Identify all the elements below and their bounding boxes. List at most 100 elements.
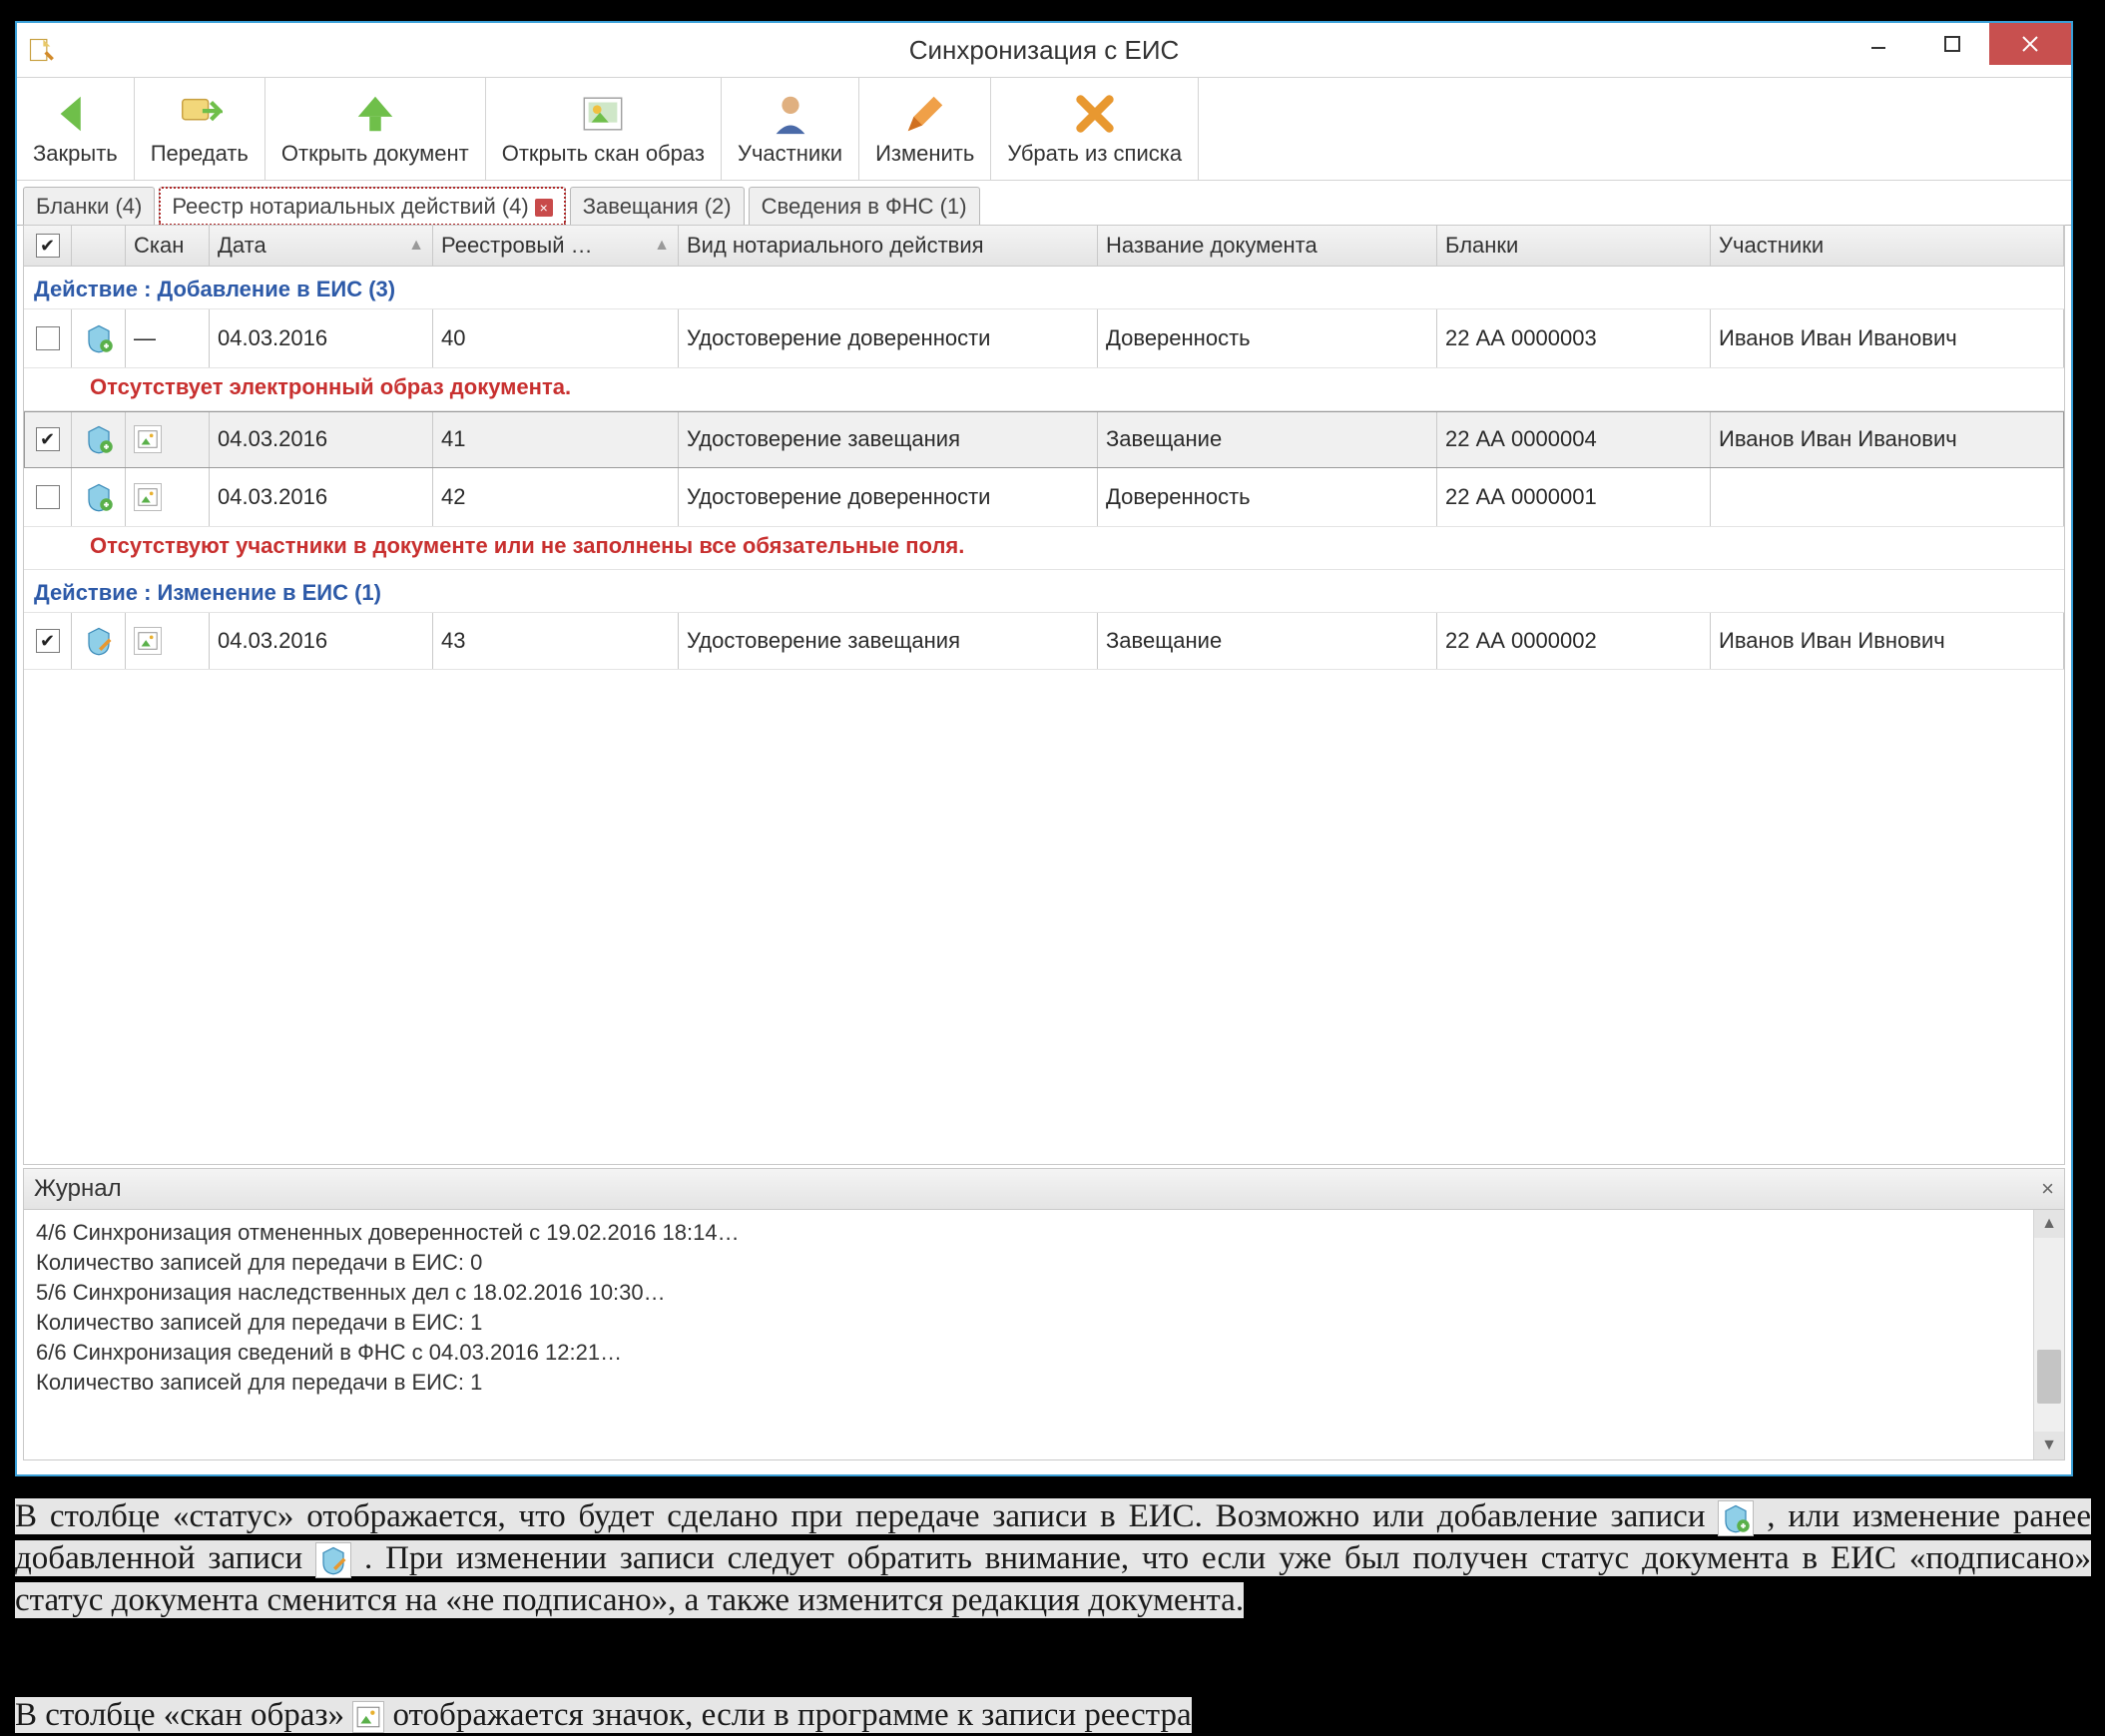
log-line: Количество записей для передачи в ЕИС: 0 <box>36 1248 2022 1278</box>
journal-body: 4/6 Синхронизация отмененных доверенност… <box>24 1210 2034 1459</box>
cell-blank: 22 АА 0000001 <box>1437 468 1711 526</box>
para-text: В столбце «скан образ» <box>15 1697 352 1733</box>
send-button[interactable]: Передать <box>135 78 265 180</box>
cell-doc: Завещание <box>1098 411 1437 467</box>
cell-type: Удостоверение завещания <box>679 613 1098 669</box>
row-error: Отсутствуют участники в документе или не… <box>24 527 2064 570</box>
tab-wills[interactable]: Завещания (2) <box>570 187 745 226</box>
open-document-button[interactable]: Открыть документ <box>265 78 486 180</box>
sort-asc-icon: ▲ <box>408 237 424 255</box>
sort-asc-icon: ▲ <box>654 237 670 255</box>
header-blanks[interactable]: Бланки <box>1437 226 1711 266</box>
scroll-down-icon[interactable]: ▼ <box>2034 1432 2064 1459</box>
arrow-left-icon <box>52 91 98 137</box>
cell-type: Удостоверение завещания <box>679 411 1098 467</box>
log-line: 4/6 Синхронизация отмененных доверенност… <box>36 1218 2022 1248</box>
app-window: Синхронизация с ЕИС Закрыть Передать Отк… <box>15 21 2073 1476</box>
cell-part: Иванов Иван Ивнович <box>1711 613 2064 669</box>
toolbar-label: Передать <box>151 141 249 167</box>
scan-present-icon <box>134 627 162 655</box>
tab-close-icon[interactable]: × <box>535 199 553 217</box>
journal-close-button[interactable]: × <box>2041 1176 2054 1202</box>
table-row[interactable]: 04.03.2016 42 Удостоверение доверенности… <box>24 468 2064 527</box>
row-error: Отсутствует электронный образ документа. <box>24 368 2064 411</box>
cell-type: Удостоверение доверенности <box>679 309 1098 367</box>
edit-button[interactable]: Изменить <box>859 78 991 180</box>
header-reg[interactable]: Реестровый …▲ <box>433 226 679 266</box>
cell-date: 04.03.2016 <box>210 309 433 367</box>
close-action-button[interactable]: Закрыть <box>17 78 135 180</box>
window-buttons <box>1842 23 2071 65</box>
row-checkbox[interactable]: ✔ <box>36 629 60 653</box>
para-text: отображается значок, если в программе к … <box>392 1697 1191 1733</box>
cell-date: 04.03.2016 <box>210 468 433 526</box>
journal-scrollbar[interactable]: ▲ ▼ <box>2033 1210 2064 1459</box>
group-header[interactable]: Действие : Добавление в ЕИС (3) <box>24 267 2064 309</box>
grid-header: ✔ Скан Дата ▲ Реестровый …▲ Вид нотариаль… <box>24 226 2064 267</box>
cell-date: 04.03.2016 <box>210 411 433 467</box>
cell-reg: 41 <box>433 411 679 467</box>
log-line: 6/6 Синхронизация сведений в ФНС с 04.03… <box>36 1338 2022 1368</box>
remove-button[interactable]: Убрать из списка <box>991 78 1199 180</box>
table-row[interactable]: ✔ 04.03.2016 41 Удостоверение завещания … <box>24 411 2064 468</box>
log-line: 5/6 Синхронизация наследственных дел с 1… <box>36 1278 2022 1308</box>
scan-present-icon <box>352 1701 384 1733</box>
toolbar-label: Открыть документ <box>281 141 469 167</box>
doc-paragraph: В столбце «статус» отображается, что буд… <box>15 1495 2091 1621</box>
toolbar: Закрыть Передать Открыть документ Открыт… <box>17 78 2071 181</box>
header-doc[interactable]: Название документа <box>1098 226 1437 266</box>
cell-scan: — <box>126 309 210 367</box>
doc-paragraph: В столбце «скан образ» отображается знач… <box>15 1694 2091 1736</box>
header-participants[interactable]: Участники <box>1711 226 2064 266</box>
tab-blanks[interactable]: Бланки (4) <box>23 187 155 226</box>
cell-blank: 22 АА 0000002 <box>1437 613 1711 669</box>
table-row[interactable]: — 04.03.2016 40 Удостоверение довереннос… <box>24 309 2064 368</box>
cell-part: Иванов Иван Иванович <box>1711 411 2064 467</box>
header-scan[interactable]: Скан <box>126 226 210 266</box>
header-date[interactable]: Дата ▲ <box>210 226 433 266</box>
status-add-icon <box>84 424 114 454</box>
status-add-icon <box>84 482 114 512</box>
cell-doc: Завещание <box>1098 613 1437 669</box>
group-header[interactable]: Действие : Изменение в ЕИС (1) <box>24 570 2064 613</box>
row-checkbox[interactable] <box>36 326 60 350</box>
scroll-thumb[interactable] <box>2037 1350 2061 1404</box>
status-add-icon <box>1718 1500 1754 1536</box>
send-icon <box>177 91 223 137</box>
maximize-button[interactable] <box>1915 23 1989 65</box>
open-scan-button[interactable]: Открыть скан образ <box>486 78 722 180</box>
header-checkbox[interactable]: ✔ <box>24 226 72 266</box>
cell-part: Иванов Иван Иванович <box>1711 309 2064 367</box>
image-icon <box>580 91 626 137</box>
tab-registry[interactable]: Реестр нотариальных действий (4)× <box>159 187 565 226</box>
cell-part <box>1711 468 2064 526</box>
close-button[interactable] <box>1989 23 2071 65</box>
cell-blank: 22 АА 0000003 <box>1437 309 1711 367</box>
x-icon <box>1072 91 1118 137</box>
status-edit-icon <box>84 626 114 656</box>
log-line: Количество записей для передачи в ЕИС: 1 <box>36 1368 2022 1398</box>
row-checkbox[interactable]: ✔ <box>36 427 60 451</box>
table-row[interactable]: ✔ 04.03.2016 43 Удостоверение завещания … <box>24 613 2064 670</box>
row-checkbox[interactable] <box>36 485 60 509</box>
status-edit-icon <box>315 1542 351 1578</box>
header-status[interactable] <box>72 226 126 266</box>
arrow-up-icon <box>352 91 398 137</box>
tab-fns[interactable]: Сведения в ФНС (1) <box>749 187 980 226</box>
journal-title: Журнал <box>34 1175 122 1203</box>
cell-date: 04.03.2016 <box>210 613 433 669</box>
journal-panel: 4/6 Синхронизация отмененных доверенност… <box>23 1209 2065 1460</box>
toolbar-label: Убрать из списка <box>1007 141 1182 167</box>
header-type[interactable]: Вид нотариального действия <box>679 226 1098 266</box>
cell-reg: 40 <box>433 309 679 367</box>
para-text: В столбце «статус» отображается, что буд… <box>15 1498 1718 1534</box>
scroll-up-icon[interactable]: ▲ <box>2034 1210 2064 1238</box>
cell-doc: Доверенность <box>1098 468 1437 526</box>
col-label: Дата <box>218 233 266 259</box>
toolbar-label: Участники <box>738 141 842 167</box>
status-add-icon <box>84 323 114 353</box>
participants-button[interactable]: Участники <box>722 78 859 180</box>
pencil-icon <box>902 91 948 137</box>
scan-present-icon <box>134 425 162 453</box>
minimize-button[interactable] <box>1842 23 1915 65</box>
